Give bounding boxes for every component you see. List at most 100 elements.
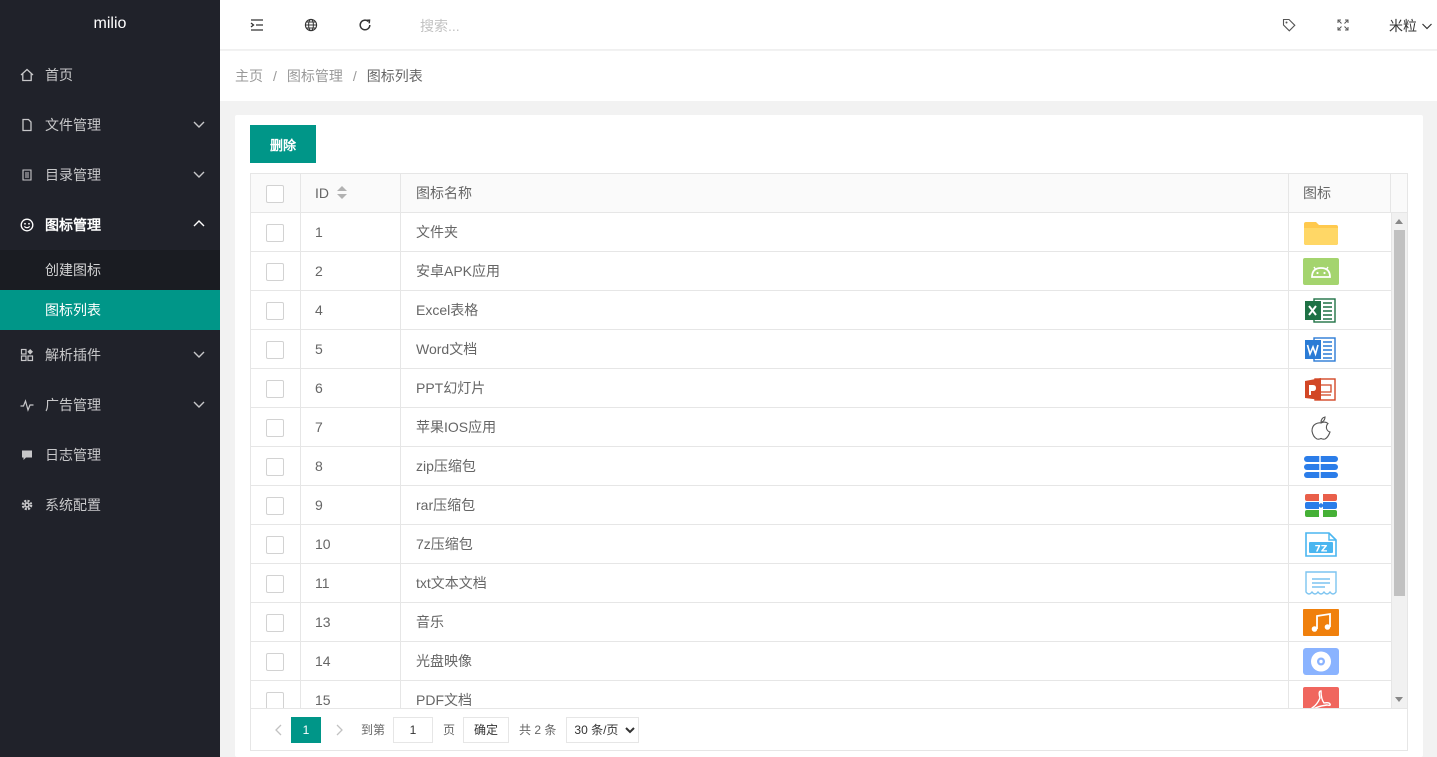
goto-page-input[interactable] bbox=[393, 716, 434, 743]
cell-icon bbox=[1289, 252, 1392, 291]
page-number-current[interactable]: 1 bbox=[291, 716, 321, 743]
cell-icon-name: PPT幻灯片 bbox=[401, 369, 1289, 408]
table-row[interactable]: 11 txt文本文档 bbox=[251, 564, 1392, 603]
app-logo[interactable]: milio bbox=[0, 0, 220, 50]
sidebar-item-icons[interactable]: 图标管理 bbox=[0, 200, 220, 250]
table-row[interactable]: 10 7z压缩包 7Z bbox=[251, 525, 1392, 564]
sidebar-item-label: 日志管理 bbox=[45, 447, 101, 463]
table-scrollbar[interactable] bbox=[1392, 213, 1407, 708]
cell-id: 9 bbox=[301, 486, 401, 525]
tag-icon[interactable] bbox=[1280, 16, 1298, 34]
row-checkbox[interactable] bbox=[266, 653, 284, 671]
row-checkbox[interactable] bbox=[266, 458, 284, 476]
next-page-button[interactable] bbox=[327, 717, 353, 743]
user-menu[interactable]: 米粒 bbox=[1389, 16, 1433, 36]
pdf-icon bbox=[1303, 687, 1339, 708]
cell-id: 7 bbox=[301, 408, 401, 447]
column-header-icon: 图标 bbox=[1289, 174, 1391, 213]
search-input[interactable] bbox=[420, 14, 720, 38]
cell-icon-name: txt文本文档 bbox=[401, 564, 1289, 603]
row-checkbox[interactable] bbox=[266, 614, 284, 632]
sidebar-item-directories[interactable]: 目录管理 bbox=[0, 150, 220, 200]
row-select-cell bbox=[251, 330, 301, 369]
column-header-id[interactable]: ID bbox=[301, 174, 401, 213]
prev-page-button[interactable] bbox=[265, 717, 291, 743]
cell-id: 13 bbox=[301, 603, 401, 642]
row-checkbox[interactable] bbox=[266, 302, 284, 320]
scroll-down-arrow[interactable] bbox=[1395, 697, 1403, 702]
row-checkbox[interactable] bbox=[266, 497, 284, 515]
cell-icon-name: PDF文档 bbox=[401, 681, 1289, 708]
sidebar-subitem-icon-list[interactable]: 图标列表 bbox=[0, 290, 220, 330]
sidebar-subitem-create-icon[interactable]: 创建图标 bbox=[0, 250, 220, 290]
cell-icon bbox=[1289, 564, 1392, 603]
menu-fold-icon[interactable] bbox=[248, 16, 266, 34]
cell-icon bbox=[1289, 369, 1392, 408]
sidebar-item-logs[interactable]: 日志管理 bbox=[0, 430, 220, 480]
breadcrumb-home[interactable]: 主页 bbox=[235, 66, 263, 86]
table-row[interactable]: 6 PPT幻灯片 bbox=[251, 369, 1392, 408]
cell-icon-name: 苹果IOS应用 bbox=[401, 408, 1289, 447]
scroll-up-arrow[interactable] bbox=[1395, 219, 1403, 224]
table-row[interactable]: 13 音乐 bbox=[251, 603, 1392, 642]
table-row[interactable]: 14 光盘映像 bbox=[251, 642, 1392, 681]
row-checkbox[interactable] bbox=[266, 224, 284, 242]
directory-icon bbox=[20, 168, 34, 182]
table-row[interactable]: 4 Excel表格 bbox=[251, 291, 1392, 330]
cell-id: 1 bbox=[301, 213, 401, 252]
gear-icon bbox=[20, 498, 34, 512]
goto-confirm-button[interactable]: 确定 bbox=[463, 716, 510, 743]
cell-icon-name: 7z压缩包 bbox=[401, 525, 1289, 564]
excel-icon bbox=[1305, 298, 1336, 323]
table-row[interactable]: 7 苹果IOS应用 bbox=[251, 408, 1392, 447]
sort-icon[interactable] bbox=[337, 186, 347, 200]
cell-icon-name: 文件夹 bbox=[401, 213, 1289, 252]
row-select-cell bbox=[251, 369, 301, 408]
pagination: 1 到第 页 确定 共 2 条 30 条/页 bbox=[251, 708, 1407, 750]
fullscreen-icon[interactable] bbox=[1334, 16, 1352, 34]
table-row[interactable]: 2 安卓APK应用 bbox=[251, 252, 1392, 291]
icon-table: ID 图标名称 图标 1 文件夹 2 安卓APK应用 4 Excel表格 5 Word文档 6 P… bbox=[250, 173, 1408, 751]
breadcrumb-icon-management[interactable]: 图标管理 bbox=[287, 66, 343, 86]
sidebar-item-home[interactable]: 首页 bbox=[0, 50, 220, 100]
scroll-thumb[interactable] bbox=[1394, 230, 1405, 596]
apps-icon bbox=[20, 348, 34, 362]
sidebar-item-files[interactable]: 文件管理 bbox=[0, 100, 220, 150]
breadcrumb-separator: / bbox=[273, 68, 277, 84]
row-checkbox[interactable] bbox=[266, 692, 284, 708]
table-row[interactable]: 8 zip压缩包 bbox=[251, 447, 1392, 486]
word-icon bbox=[1305, 337, 1336, 362]
refresh-icon[interactable] bbox=[356, 16, 374, 34]
globe-icon[interactable] bbox=[302, 16, 320, 34]
sidebar-item-plugins[interactable]: 解析插件 bbox=[0, 330, 220, 380]
chevron-right-icon bbox=[336, 724, 343, 735]
row-checkbox[interactable] bbox=[266, 380, 284, 398]
cell-icon-name: rar压缩包 bbox=[401, 486, 1289, 525]
row-checkbox[interactable] bbox=[266, 575, 284, 593]
table-row[interactable]: 15 PDF文档 bbox=[251, 681, 1392, 708]
cell-icon bbox=[1289, 603, 1392, 642]
cell-icon-name: 安卓APK应用 bbox=[401, 252, 1289, 291]
row-checkbox[interactable] bbox=[266, 341, 284, 359]
row-checkbox[interactable] bbox=[266, 536, 284, 554]
row-select-cell bbox=[251, 603, 301, 642]
page-size-select[interactable]: 30 条/页 bbox=[566, 716, 640, 743]
page-unit-label: 页 bbox=[443, 723, 456, 737]
sidebar-item-label: 首页 bbox=[45, 67, 73, 83]
row-checkbox[interactable] bbox=[266, 419, 284, 437]
table-row[interactable]: 1 文件夹 bbox=[251, 213, 1392, 252]
table-body: 1 文件夹 2 安卓APK应用 4 Excel表格 5 Word文档 6 PPT幻灯片 7 苹果IOS… bbox=[251, 213, 1392, 708]
ppt-icon bbox=[1305, 378, 1336, 401]
sidebar-item-label: 目录管理 bbox=[45, 167, 101, 183]
folder-icon bbox=[1304, 222, 1338, 245]
table-row[interactable]: 5 Word文档 bbox=[251, 330, 1392, 369]
row-checkbox[interactable] bbox=[266, 263, 284, 281]
apple-icon bbox=[1311, 416, 1331, 440]
table-row[interactable]: 9 rar压缩包 bbox=[251, 486, 1392, 525]
cell-id: 15 bbox=[301, 681, 401, 708]
cell-id: 6 bbox=[301, 369, 401, 408]
sidebar-item-settings[interactable]: 系统配置 bbox=[0, 480, 220, 530]
delete-button[interactable]: 删除 bbox=[250, 125, 316, 163]
select-all-checkbox[interactable] bbox=[266, 185, 284, 203]
sidebar-item-ads[interactable]: 广告管理 bbox=[0, 380, 220, 430]
